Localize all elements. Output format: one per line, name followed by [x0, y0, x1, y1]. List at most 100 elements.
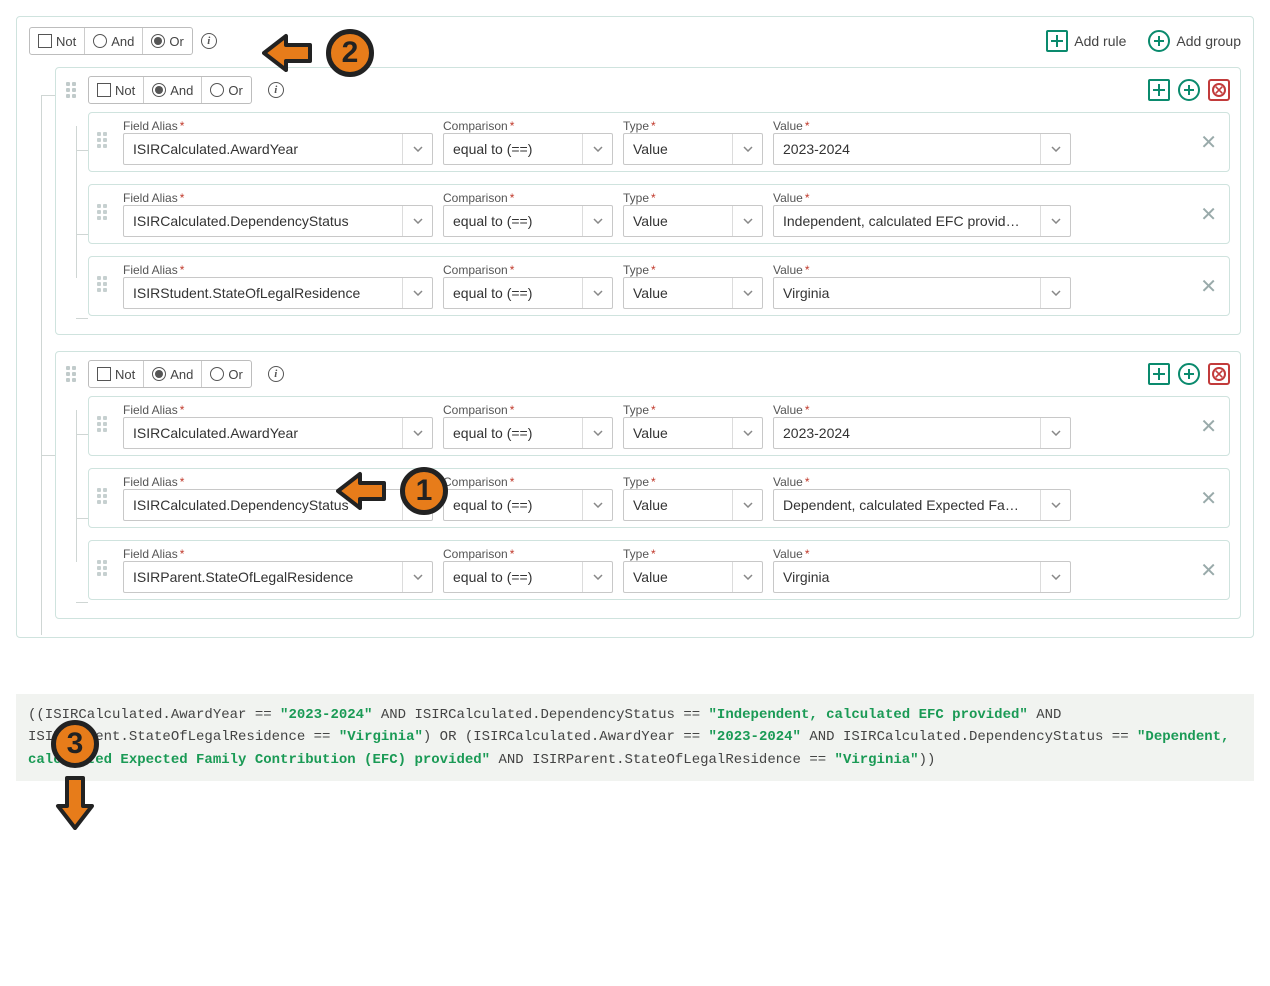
comparison-label: Comparison: [443, 475, 508, 489]
root-and-radio[interactable]: And: [84, 28, 142, 54]
type-label: Type: [623, 119, 649, 133]
chevron-down-icon: [582, 490, 612, 520]
chevron-down-icon: [1040, 490, 1070, 520]
chevron-down-icon: [402, 278, 432, 308]
value-label: Value: [773, 119, 803, 133]
drag-handle-icon[interactable]: [97, 132, 113, 152]
remove-rule-button[interactable]: ✕: [1196, 202, 1221, 227]
type-select[interactable]: Value: [623, 561, 763, 593]
group-or-radio[interactable]: Or: [201, 77, 250, 103]
type-select[interactable]: Value: [623, 205, 763, 237]
group-add-rule-button[interactable]: [1148, 79, 1170, 101]
field-alias-select[interactable]: ISIRCalculated.AwardYear: [123, 133, 433, 165]
value-select[interactable]: Virginia: [773, 561, 1071, 593]
chevron-down-icon: [732, 134, 762, 164]
remove-rule-button[interactable]: ✕: [1196, 486, 1221, 511]
type-value: Value: [633, 285, 732, 301]
remove-rule-button[interactable]: ✕: [1196, 130, 1221, 155]
group-add-rule-button[interactable]: [1148, 363, 1170, 385]
add-rule-button[interactable]: Add rule: [1046, 30, 1126, 52]
value-value: 2023-2024: [783, 141, 1040, 157]
group-delete-button[interactable]: [1208, 363, 1230, 385]
field-alias-select[interactable]: ISIRCalculated.AwardYear: [123, 417, 433, 449]
radio-icon: [152, 83, 166, 97]
field-alias-select[interactable]: ISIRCalculated.DependencyStatus: [123, 205, 433, 237]
field-alias-label: Field Alias: [123, 475, 178, 489]
chevron-down-icon: [582, 278, 612, 308]
chevron-down-icon: [732, 490, 762, 520]
root-group-panel: Not And Or i Add rule Add group: [16, 16, 1254, 638]
drag-handle-icon[interactable]: [97, 276, 113, 296]
comparison-select[interactable]: equal to (==): [443, 133, 613, 165]
value-select[interactable]: 2023-2024: [773, 133, 1071, 165]
rule-row: Field Alias* ISIRCalculated.DependencySt…: [88, 468, 1230, 528]
drag-handle-icon[interactable]: [97, 560, 113, 580]
field-alias-value: ISIRCalculated.DependencyStatus: [133, 213, 402, 229]
comparison-select[interactable]: equal to (==): [443, 277, 613, 309]
remove-rule-button[interactable]: ✕: [1196, 274, 1221, 299]
or-label: Or: [228, 367, 242, 382]
drag-handle-icon[interactable]: [97, 204, 113, 224]
plus-circle-icon: [1148, 30, 1170, 52]
radio-icon: [210, 367, 224, 381]
type-select[interactable]: Value: [623, 489, 763, 521]
comparison-value: equal to (==): [453, 285, 582, 301]
group-or-radio[interactable]: Or: [201, 361, 250, 387]
drag-handle-icon[interactable]: [66, 82, 80, 98]
group-and-radio[interactable]: And: [143, 77, 201, 103]
comparison-select[interactable]: equal to (==): [443, 205, 613, 237]
rule-row: Field Alias* ISIRParent.StateOfLegalResi…: [88, 540, 1230, 600]
group-add-group-button[interactable]: [1178, 363, 1200, 385]
chevron-down-icon: [732, 418, 762, 448]
value-select[interactable]: Virginia: [773, 277, 1071, 309]
type-select[interactable]: Value: [623, 277, 763, 309]
drag-handle-icon[interactable]: [97, 416, 113, 436]
comparison-select[interactable]: equal to (==): [443, 489, 613, 521]
field-alias-select[interactable]: ISIRStudent.StateOfLegalResidence: [123, 277, 433, 309]
info-icon[interactable]: i: [268, 366, 284, 382]
checkbox-icon: [97, 83, 111, 97]
chevron-down-icon: [1040, 278, 1070, 308]
field-alias-value: ISIRCalculated.AwardYear: [133, 141, 402, 157]
group-not-toggle[interactable]: Not: [89, 77, 143, 103]
group-and-radio[interactable]: And: [143, 361, 201, 387]
root-or-radio[interactable]: Or: [142, 28, 191, 54]
drag-handle-icon[interactable]: [66, 366, 80, 382]
value-label: Value: [773, 263, 803, 277]
group-not-toggle[interactable]: Not: [89, 361, 143, 387]
value-select[interactable]: Independent, calculated EFC provid…: [773, 205, 1071, 237]
field-alias-value: ISIRCalculated.DependencyStatus: [133, 497, 402, 513]
add-group-label: Add group: [1176, 33, 1241, 49]
group-add-group-button[interactable]: [1178, 79, 1200, 101]
comparison-select[interactable]: equal to (==): [443, 417, 613, 449]
chevron-down-icon: [732, 206, 762, 236]
root-not-toggle[interactable]: Not: [30, 28, 84, 54]
chevron-down-icon: [402, 562, 432, 592]
field-alias-label: Field Alias: [123, 191, 178, 205]
chevron-down-icon: [732, 562, 762, 592]
drag-handle-icon[interactable]: [97, 488, 113, 508]
remove-rule-button[interactable]: ✕: [1196, 414, 1221, 439]
info-icon[interactable]: i: [201, 33, 217, 49]
value-select[interactable]: Dependent, calculated Expected Fa…: [773, 489, 1071, 521]
comparison-select[interactable]: equal to (==): [443, 561, 613, 593]
add-group-button[interactable]: Add group: [1148, 30, 1241, 52]
remove-rule-button[interactable]: ✕: [1196, 558, 1221, 583]
info-icon[interactable]: i: [268, 82, 284, 98]
field-alias-select[interactable]: ISIRCalculated.DependencyStatus: [123, 489, 433, 521]
value-value: Dependent, calculated Expected Fa…: [783, 497, 1040, 513]
not-label: Not: [115, 367, 135, 382]
type-label: Type: [623, 547, 649, 561]
type-select[interactable]: Value: [623, 133, 763, 165]
field-alias-label: Field Alias: [123, 403, 178, 417]
expression-preview: ((ISIRCalculated.AwardYear == "2023-2024…: [16, 694, 1254, 781]
type-select[interactable]: Value: [623, 417, 763, 449]
chevron-down-icon: [1040, 418, 1070, 448]
field-alias-select[interactable]: ISIRParent.StateOfLegalResidence: [123, 561, 433, 593]
or-label: Or: [228, 83, 242, 98]
chevron-down-icon: [402, 418, 432, 448]
value-value: Independent, calculated EFC provid…: [783, 213, 1040, 229]
group-delete-button[interactable]: [1208, 79, 1230, 101]
comparison-value: equal to (==): [453, 569, 582, 585]
value-select[interactable]: 2023-2024: [773, 417, 1071, 449]
